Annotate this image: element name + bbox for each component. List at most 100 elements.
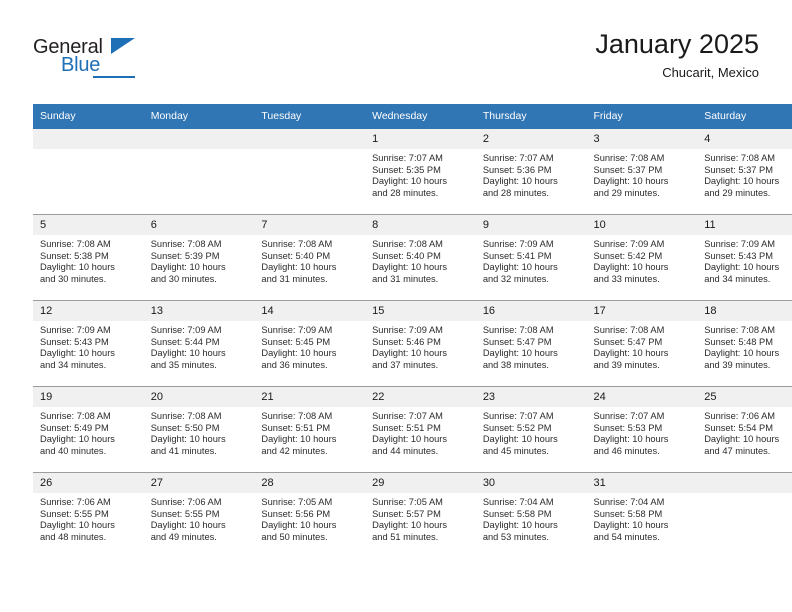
calendar-day-cell[interactable]: 22 Sunrise: 7:07 AM Sunset: 5:51 PM Dayligh… [365,386,476,473]
day-sun-info: Sunrise: 7:08 AM Sunset: 5:37 PM Daylight:… [587,149,698,199]
day-number: 2 [475,129,587,149]
calendar-day-cell[interactable]: 31 Sunrise: 7:04 AM Sunset: 5:58 PM Dayligh… [586,472,698,558]
sunset-text: Sunset: 5:40 PM [261,250,331,261]
calendar-day-cell[interactable]: 25 Sunrise: 7:06 AM Sunset: 5:54 PM Dayligh… [697,386,792,473]
sunrise-text: Sunrise: 7:09 AM [261,325,333,335]
day-sun-info: Sunrise: 7:07 AM Sunset: 5:53 PM Daylight:… [587,407,698,457]
daylight-text-line2: and 28 minutes. [372,187,439,198]
daylight-text-line1: Daylight: 10 hours [482,434,558,445]
calendar-day-cell[interactable]: 28 Sunrise: 7:05 AM Sunset: 5:56 PM Dayligh… [254,472,366,558]
sunset-text: Sunset: 5:37 PM [593,164,663,175]
calendar-day-cell[interactable]: 6 Sunrise: 7:08 AM Sunset: 5:39 PM Daylight… [143,214,255,301]
daylight-text-line1: Daylight: 10 hours [482,262,558,273]
day-number: 25 [697,387,792,407]
calendar-day-cell-empty [254,129,366,215]
general-blue-logo[interactable]: General Blue [33,36,183,86]
day-number: 17 [586,301,698,321]
page-subtitle-location: Chucarit, Mexico [662,65,759,80]
sunrise-text: Sunrise: 7:07 AM [482,153,554,163]
daylight-text-line2: and 31 minutes. [261,273,328,284]
daylight-text-line2: and 37 minutes. [372,359,439,370]
calendar-day-cell[interactable]: 16 Sunrise: 7:08 AM Sunset: 5:47 PM Dayligh… [475,300,587,387]
calendar-day-cell[interactable]: 11 Sunrise: 7:09 AM Sunset: 5:43 PM Dayligh… [697,214,792,301]
day-sun-info: Sunrise: 7:07 AM Sunset: 5:35 PM Daylight:… [365,149,476,199]
daylight-text-line2: and 28 minutes. [482,187,549,198]
day-sun-info: Sunrise: 7:09 AM Sunset: 5:42 PM Daylight:… [587,235,698,285]
sunset-text: Sunset: 5:51 PM [261,422,331,433]
daylight-text-line1: Daylight: 10 hours [482,176,558,187]
day-sun-info: Sunrise: 7:09 AM Sunset: 5:46 PM Daylight:… [365,321,476,371]
day-number: 24 [586,387,698,407]
calendar-day-cell[interactable]: 9 Sunrise: 7:09 AM Sunset: 5:41 PM Daylight… [475,214,587,301]
sunrise-text: Sunrise: 7:08 AM [372,239,443,249]
day-number: 5 [33,215,144,235]
calendar-day-cell[interactable]: 18 Sunrise: 7:08 AM Sunset: 5:48 PM Dayligh… [697,300,792,387]
calendar-day-cell[interactable]: 12 Sunrise: 7:09 AM Sunset: 5:43 PM Dayligh… [33,300,144,387]
day-number: 10 [586,215,698,235]
calendar-page: General Blue January 2025 Chucarit, Mexi… [0,0,792,612]
sunrise-text: Sunrise: 7:09 AM [593,239,665,249]
calendar-week-row: 19 Sunrise: 7:08 AM Sunset: 5:49 PM Dayligh… [33,386,792,473]
calendar-day-cell[interactable]: 19 Sunrise: 7:08 AM Sunset: 5:49 PM Dayligh… [33,386,144,473]
calendar-day-cell[interactable]: 5 Sunrise: 7:08 AM Sunset: 5:38 PM Daylight… [33,214,144,301]
daylight-text-line2: and 30 minutes. [150,273,217,284]
daylight-text-line1: Daylight: 10 hours [261,520,337,531]
calendar-day-cell[interactable]: 29 Sunrise: 7:05 AM Sunset: 5:57 PM Dayligh… [365,472,476,558]
sunrise-text: Sunrise: 7:08 AM [261,411,333,421]
calendar-day-cell[interactable]: 21 Sunrise: 7:08 AM Sunset: 5:51 PM Dayligh… [254,386,366,473]
daylight-text-line1: Daylight: 10 hours [593,262,669,273]
daylight-text-line2: and 40 minutes. [40,445,107,456]
day-number: 11 [697,215,792,235]
daylight-text-line1: Daylight: 10 hours [704,434,780,445]
daylight-text-line1: Daylight: 10 hours [40,434,115,445]
day-sun-info: Sunrise: 7:08 AM Sunset: 5:47 PM Daylight:… [476,321,587,371]
daylight-text-line2: and 30 minutes. [40,273,107,284]
daylight-text-line2: and 49 minutes. [150,531,217,542]
daylight-text-line2: and 54 minutes. [593,531,660,542]
calendar-day-cell[interactable]: 17 Sunrise: 7:08 AM Sunset: 5:47 PM Dayligh… [586,300,698,387]
calendar-day-cell[interactable]: 8 Sunrise: 7:08 AM Sunset: 5:40 PM Daylight… [365,214,476,301]
day-number: 3 [586,129,698,149]
calendar-day-cell[interactable]: 7 Sunrise: 7:08 AM Sunset: 5:40 PM Daylight… [254,214,366,301]
calendar-day-cell[interactable]: 13 Sunrise: 7:09 AM Sunset: 5:44 PM Dayligh… [143,300,255,387]
calendar-day-cell[interactable]: 27 Sunrise: 7:06 AM Sunset: 5:55 PM Dayligh… [143,472,255,558]
day-number: 31 [586,473,698,493]
sunset-text: Sunset: 5:48 PM [704,336,773,347]
sunset-text: Sunset: 5:35 PM [372,164,441,175]
sunset-text: Sunset: 5:45 PM [261,336,331,347]
calendar-day-cell[interactable]: 14 Sunrise: 7:09 AM Sunset: 5:45 PM Dayligh… [254,300,366,387]
sunset-text: Sunset: 5:47 PM [593,336,663,347]
calendar-day-cell[interactable]: 10 Sunrise: 7:09 AM Sunset: 5:42 PM Dayligh… [586,214,698,301]
sunrise-text: Sunrise: 7:08 AM [40,411,111,421]
calendar-day-cell[interactable]: 15 Sunrise: 7:09 AM Sunset: 5:46 PM Dayligh… [365,300,476,387]
calendar-day-cell[interactable]: 30 Sunrise: 7:04 AM Sunset: 5:58 PM Dayligh… [475,472,587,558]
sunset-text: Sunset: 5:43 PM [40,336,109,347]
sunset-text: Sunset: 5:40 PM [372,250,441,261]
calendar-day-cell[interactable]: 24 Sunrise: 7:07 AM Sunset: 5:53 PM Dayligh… [586,386,698,473]
weekday-header-row: Sunday Monday Tuesday Wednesday Thursday… [33,104,792,129]
sunset-text: Sunset: 5:36 PM [482,164,552,175]
calendar-day-cell[interactable]: 23 Sunrise: 7:07 AM Sunset: 5:52 PM Dayligh… [475,386,587,473]
sunset-text: Sunset: 5:55 PM [150,508,220,519]
calendar-day-cell[interactable]: 4 Sunrise: 7:08 AM Sunset: 5:37 PM Daylight… [697,129,792,215]
sunset-text: Sunset: 5:53 PM [593,422,663,433]
day-sun-info: Sunrise: 7:04 AM Sunset: 5:58 PM Daylight:… [587,493,698,543]
sunrise-text: Sunrise: 7:07 AM [593,411,665,421]
day-number: 8 [365,215,476,235]
weekday-header-wednesday: Wednesday [365,104,476,129]
sunrise-text: Sunrise: 7:04 AM [593,497,665,507]
calendar-day-cell[interactable]: 1 Sunrise: 7:07 AM Sunset: 5:35 PM Daylight… [365,129,476,215]
calendar-day-cell[interactable]: 20 Sunrise: 7:08 AM Sunset: 5:50 PM Dayligh… [143,386,255,473]
calendar-day-cell[interactable]: 3 Sunrise: 7:08 AM Sunset: 5:37 PM Daylight… [586,129,698,215]
sunset-text: Sunset: 5:56 PM [261,508,331,519]
sunrise-text: Sunrise: 7:09 AM [482,239,554,249]
day-number [143,129,255,149]
calendar-day-cell[interactable]: 2 Sunrise: 7:07 AM Sunset: 5:36 PM Daylight… [475,129,587,215]
day-number: 21 [254,387,366,407]
day-sun-info: Sunrise: 7:08 AM Sunset: 5:40 PM Daylight:… [254,235,365,285]
day-number: 12 [33,301,144,321]
calendar-day-cell[interactable]: 26 Sunrise: 7:06 AM Sunset: 5:55 PM Dayligh… [33,472,144,558]
daylight-text-line1: Daylight: 10 hours [482,348,558,359]
daylight-text-line1: Daylight: 10 hours [150,262,226,273]
day-number: 4 [697,129,792,149]
